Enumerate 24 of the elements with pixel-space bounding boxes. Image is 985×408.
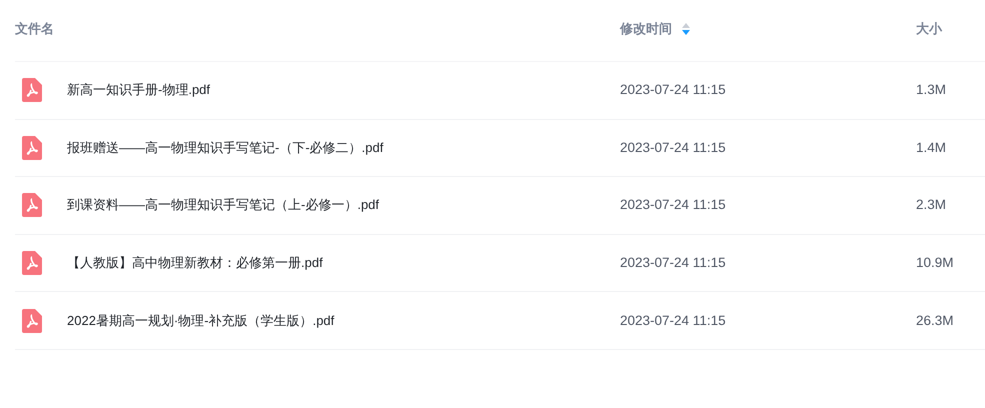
modified-time: 2023-07-24 11:15 xyxy=(620,82,726,98)
pdf-file-icon xyxy=(22,251,42,276)
file-name[interactable]: 2022暑期高一规划·物理-补充版（学生版）.pdf xyxy=(67,312,334,330)
file-size: 26.3M xyxy=(916,312,954,328)
file-name[interactable]: 新高一知识手册-物理.pdf xyxy=(67,81,210,100)
column-header[interactable]: 文件名 xyxy=(15,20,54,38)
pdf-file-icon xyxy=(22,78,42,102)
file-name[interactable]: 到课资料——高一物理知识手写笔记（上-必修一）.pdf xyxy=(67,196,380,214)
pdf-file-icon xyxy=(22,193,42,218)
sort-icon[interactable] xyxy=(682,22,690,34)
file-name[interactable]: 【人教版】高中物理新教材：必修第一册.pdf xyxy=(67,254,323,272)
modified-time: 2023-07-24 11:15 xyxy=(620,312,726,328)
modified-time: 2023-07-24 11:15 xyxy=(620,255,726,270)
pdf-file-icon xyxy=(22,308,42,333)
column-header[interactable]: 大小 xyxy=(916,20,942,38)
file-size: 1.3M xyxy=(916,82,946,98)
modified-time: 2023-07-24 11:15 xyxy=(620,197,726,212)
column-header[interactable]: 修改时间 xyxy=(620,20,672,38)
file-name[interactable]: 报班赠送——高一物理知识手写笔记-（下-必修二）.pdf xyxy=(67,138,384,157)
file-size: 10.9M xyxy=(916,255,954,270)
file-size: 1.4M xyxy=(916,140,946,155)
file-size: 2.3M xyxy=(916,197,946,212)
modified-time: 2023-07-24 11:15 xyxy=(620,140,726,155)
pdf-file-icon xyxy=(22,136,42,160)
